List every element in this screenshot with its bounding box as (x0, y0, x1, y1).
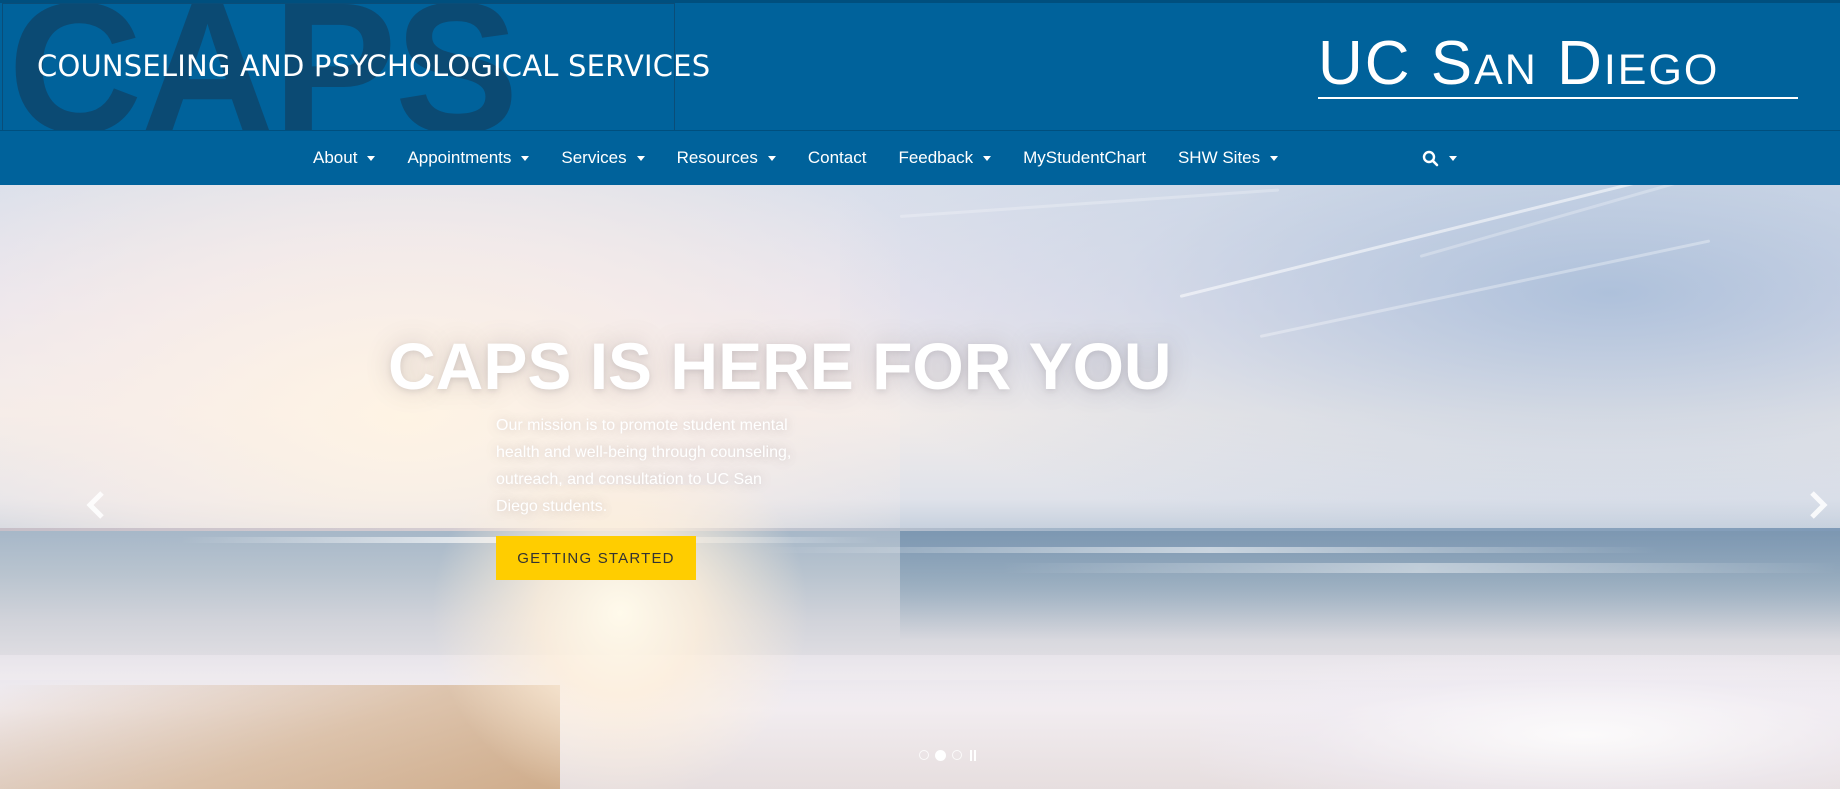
nav-item-label: Services (561, 148, 627, 167)
hero-mission-text: Our mission is to promote student mental… (496, 417, 792, 515)
hero-heading: CAPS IS HERE FOR YOU (388, 329, 1172, 403)
nav-item-resources[interactable]: Resources (661, 131, 792, 185)
carousel-dot-3[interactable] (952, 750, 962, 760)
carousel-pause-button[interactable] (970, 749, 978, 761)
search-icon (1422, 150, 1439, 166)
nav-item-contact[interactable]: Contact (792, 131, 883, 185)
caret-down-icon (636, 155, 645, 161)
ucsd-logo[interactable]: UC San Diego (1318, 33, 1798, 101)
site-title[interactable]: COUNSELING AND PSYCHOLOGICAL SERVICES (37, 49, 710, 83)
nav-item-label: About (313, 148, 358, 167)
site-header: CAPS COUNSELING AND PSYCHOLOGICAL SERVIC… (0, 0, 1840, 131)
caret-down-icon (521, 155, 530, 161)
caret-down-icon (1449, 155, 1457, 161)
caret-down-icon (767, 155, 776, 161)
carousel-indicators (919, 748, 978, 762)
nav-item-services[interactable]: Services (545, 131, 660, 185)
nav-item-label: Appointments (407, 148, 512, 167)
hero-image-foam-right (1200, 655, 1840, 789)
nav-item-label: MyStudentChart (1023, 148, 1146, 167)
carousel-dot-1[interactable] (919, 750, 929, 760)
hero-image-wave (1000, 563, 1840, 573)
hero-image-horizon (0, 528, 1840, 531)
caret-down-icon (983, 155, 992, 161)
chevron-left-icon (86, 491, 104, 519)
hero-carousel: CAPS IS HERE FOR YOU Our mission is to p… (0, 185, 1840, 789)
nav-item-label: Feedback (898, 148, 974, 167)
nav-item-appointments[interactable]: Appointments (391, 131, 545, 185)
hero-image-wave (760, 547, 1660, 553)
pause-icon (970, 749, 972, 761)
nav-item-mystudentchart[interactable]: MyStudentChart (1007, 131, 1162, 185)
main-nav: About Appointments Services Resources Co… (0, 131, 1840, 185)
carousel-prev-button[interactable] (82, 485, 112, 525)
nav-item-label: SHW Sites (1177, 148, 1261, 167)
chevron-right-icon (1810, 491, 1828, 519)
nav-item-label: Contact (807, 148, 867, 167)
carousel-next-button[interactable] (1802, 485, 1832, 525)
nav-item-shw-sites[interactable]: SHW Sites (1162, 131, 1294, 185)
logo-underline (1318, 97, 1798, 99)
ucsd-logo-text: UC San Diego (1318, 29, 1720, 98)
hero-image-sun-reflection (430, 485, 810, 789)
nav-item-feedback[interactable]: Feedback (882, 131, 1007, 185)
nav-item-about[interactable]: About (297, 131, 391, 185)
getting-started-button[interactable]: GETTING STARTED (496, 536, 696, 580)
caret-down-icon (367, 155, 376, 161)
caret-down-icon (1270, 155, 1279, 161)
nav-item-label: Resources (676, 148, 758, 167)
carousel-dot-2[interactable] (935, 749, 946, 761)
pause-icon (974, 749, 976, 761)
search-toggle[interactable] (1414, 131, 1465, 185)
